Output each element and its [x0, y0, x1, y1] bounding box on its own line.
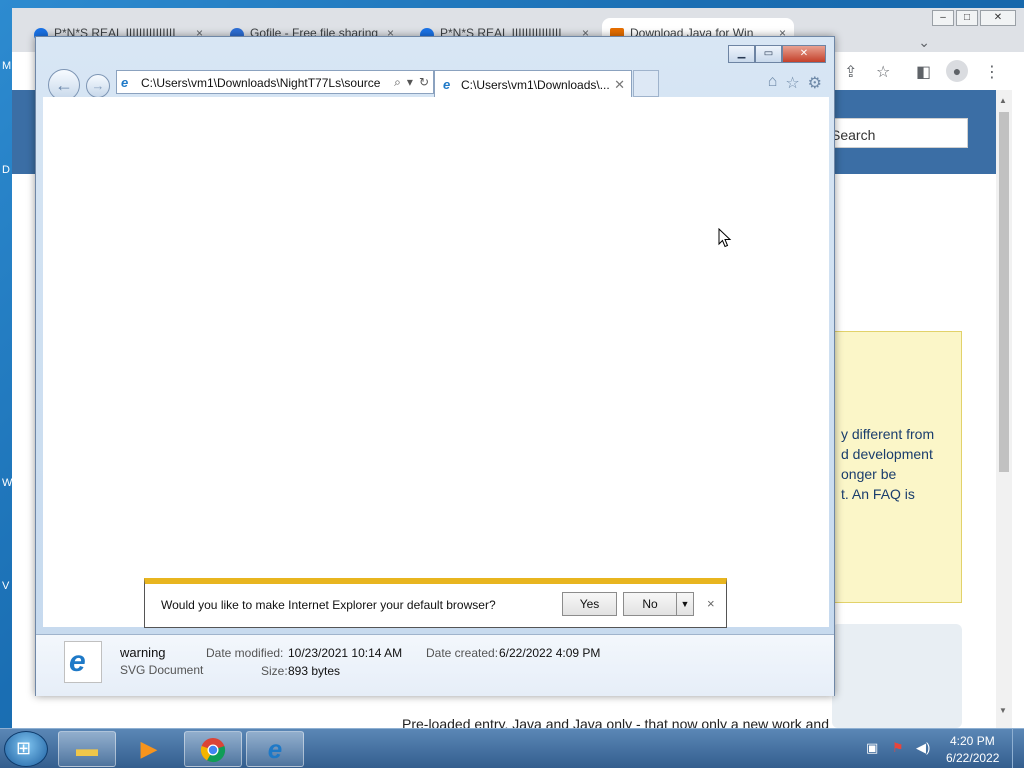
- address-bar-icons: ⌕ ▾ ↻: [394, 75, 429, 90]
- close-button[interactable]: ✕: [782, 45, 826, 63]
- forward-arrow-icon: →: [91, 78, 105, 93]
- size-value: 893 bytes: [288, 664, 341, 678]
- desktop-icon-label[interactable]: V: [2, 580, 9, 592]
- ie-command-icons: ⌂ ☆ ⚙: [768, 73, 822, 93]
- action-center-flag-icon[interactable]: ⚑: [892, 740, 904, 756]
- taskbar-internet-explorer[interactable]: e: [246, 731, 304, 767]
- tab-search-dropdown-icon[interactable]: ⌄: [918, 34, 930, 51]
- share-icon[interactable]: ⇪: [844, 62, 857, 82]
- tools-gear-icon[interactable]: ⚙: [808, 73, 822, 93]
- search-icon[interactable]: ⌕: [394, 75, 401, 90]
- windows-logo-icon: ⊞: [16, 738, 32, 758]
- scroll-up-icon[interactable]: ▲: [999, 96, 1007, 105]
- maximize-button[interactable]: □: [956, 10, 978, 26]
- dropdown-icon[interactable]: ▾: [407, 75, 413, 90]
- search-input[interactable]: Search: [812, 118, 968, 148]
- close-button[interactable]: ✕: [980, 10, 1016, 26]
- favorites-star-icon[interactable]: ☆: [785, 73, 799, 93]
- ie-window: ▁ ▭ ✕ ← → e C:\Users\vm1\Downloads\Night…: [35, 36, 835, 696]
- explorer-icon: ▬: [76, 736, 98, 761]
- star-icon[interactable]: ☆: [876, 62, 890, 82]
- taskbar-explorer[interactable]: ▬: [58, 731, 116, 767]
- ie-window-buttons: ▁ ▭ ✕: [728, 45, 826, 63]
- file-details-pane: e warning SVG Document Date modified: 10…: [36, 634, 834, 696]
- desktop-icon-label[interactable]: M: [2, 60, 11, 72]
- network-icon[interactable]: ▣: [866, 740, 878, 756]
- svg-document-icon: e: [64, 641, 102, 683]
- notification-text: Would you like to make Internet Explorer…: [161, 598, 496, 612]
- address-text: C:\Users\vm1\Downloads\NightT77Ls\source: [141, 76, 381, 90]
- desktop-icon-label[interactable]: W: [2, 477, 12, 489]
- taskbar: ⊞ ▬ ▶ e ▣ ⚑ ◀) 4:20 PM 6/22/2022: [0, 728, 1024, 768]
- scrollbar-thumb[interactable]: [999, 112, 1009, 472]
- address-bar[interactable]: e C:\Users\vm1\Downloads\NightT77Ls\sour…: [116, 70, 434, 94]
- default-browser-notification: Would you like to make Internet Explorer…: [144, 578, 727, 628]
- back-arrow-icon: ←: [55, 75, 73, 95]
- info-panel: [832, 624, 962, 728]
- size-label: Size:: [261, 664, 288, 678]
- desktop-icon-label[interactable]: D: [2, 164, 10, 176]
- menu-icon[interactable]: ⋮: [984, 62, 1000, 82]
- start-button[interactable]: ⊞: [4, 731, 48, 767]
- date-modified-value: 10/23/2021 10:14 AM: [288, 646, 403, 660]
- home-icon[interactable]: ⌂: [768, 73, 778, 93]
- clock-date[interactable]: 6/22/2022: [946, 751, 999, 765]
- chrome-window-buttons: – □ ✕: [932, 10, 1016, 26]
- refresh-icon[interactable]: ↻: [419, 75, 429, 90]
- ie-tab-icon: e: [443, 77, 451, 92]
- minimize-button[interactable]: ▁: [728, 45, 755, 63]
- profile-icon[interactable]: ●: [946, 60, 968, 82]
- taskbar-media-player[interactable]: ▶: [120, 731, 178, 767]
- new-tab-button[interactable]: [633, 70, 659, 97]
- internet-explorer-icon: e: [267, 734, 283, 764]
- mouse-cursor-icon: [718, 228, 732, 248]
- maximize-button[interactable]: ▭: [755, 45, 782, 63]
- close-icon[interactable]: ×: [707, 596, 715, 611]
- file-type: SVG Document: [120, 663, 204, 677]
- chrome-scrollbar[interactable]: ▲ ▼: [996, 90, 1012, 728]
- date-modified-label: Date modified:: [206, 646, 284, 660]
- notice-box: y different from d development onger be …: [832, 331, 962, 603]
- show-desktop-button[interactable]: [1012, 729, 1024, 768]
- forward-button[interactable]: →: [86, 74, 110, 98]
- notice-text: y different from d development onger be …: [841, 426, 935, 502]
- ie-page-viewport[interactable]: [43, 97, 829, 627]
- minimize-button[interactable]: –: [932, 10, 954, 26]
- ie-page-icon: e: [121, 75, 129, 90]
- scroll-down-icon[interactable]: ▼: [999, 706, 1007, 715]
- ie-tab-label: C:\Users\vm1\Downloads\...: [461, 78, 610, 92]
- clock-time[interactable]: 4:20 PM: [950, 734, 995, 748]
- media-player-icon: ▶: [140, 736, 158, 761]
- date-created-value: 6/22/2022 4:09 PM: [499, 646, 601, 660]
- date-created-label: Date created:: [426, 646, 499, 660]
- no-options-dropdown-icon[interactable]: ▼: [676, 592, 694, 616]
- volume-icon[interactable]: ◀): [916, 740, 930, 756]
- taskbar-chrome[interactable]: [184, 731, 242, 767]
- file-name: warning: [120, 645, 166, 660]
- no-button[interactable]: No: [623, 592, 677, 616]
- ie-tab[interactable]: e C:\Users\vm1\Downloads\... ✕: [434, 70, 632, 97]
- yes-button[interactable]: Yes: [562, 592, 617, 616]
- close-icon[interactable]: ✕: [614, 77, 625, 93]
- page-body-text: Pre-loaded entry. Java and Java only - t…: [402, 716, 829, 728]
- chrome-icon: [200, 738, 226, 763]
- sidepanel-icon[interactable]: ◧: [916, 62, 931, 82]
